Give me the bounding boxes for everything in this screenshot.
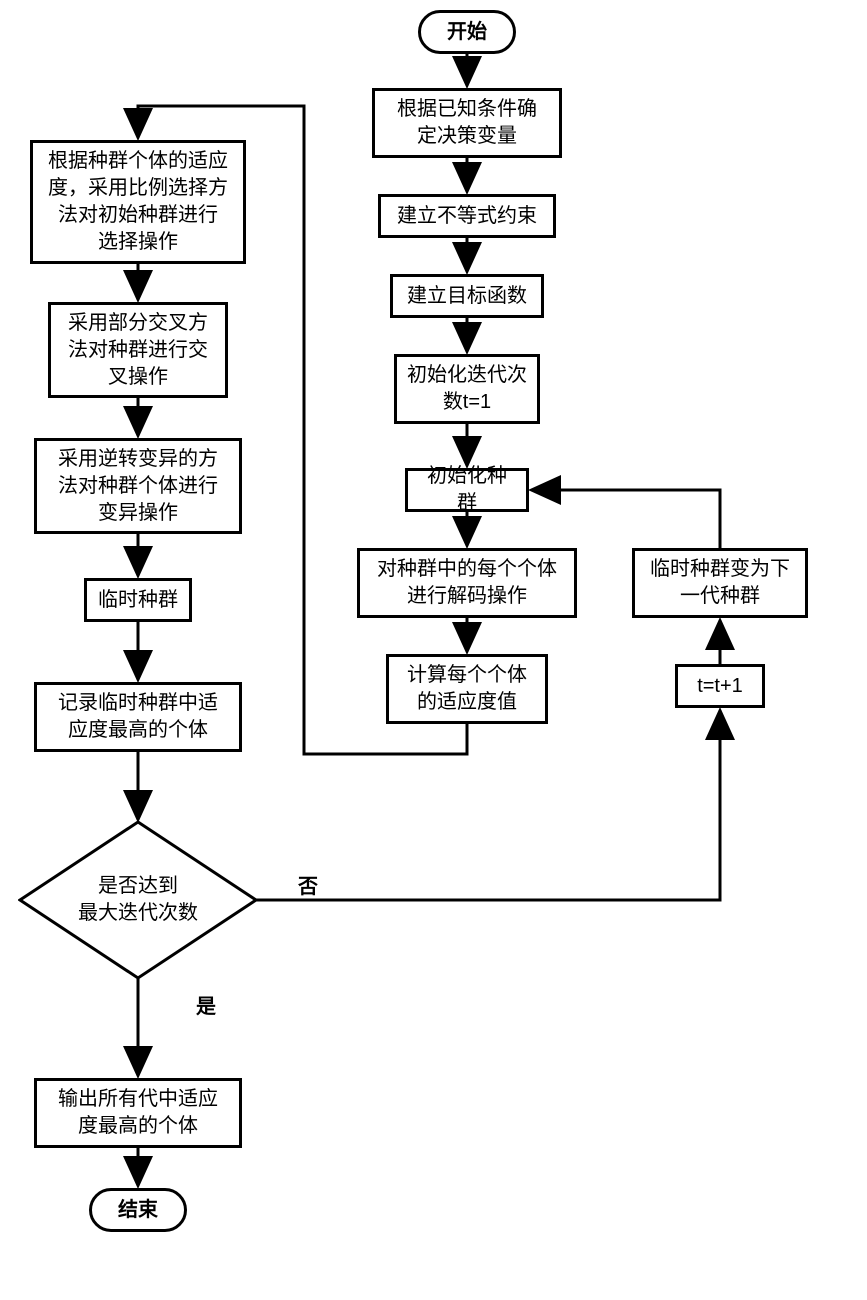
flow-edges (0, 0, 867, 1300)
